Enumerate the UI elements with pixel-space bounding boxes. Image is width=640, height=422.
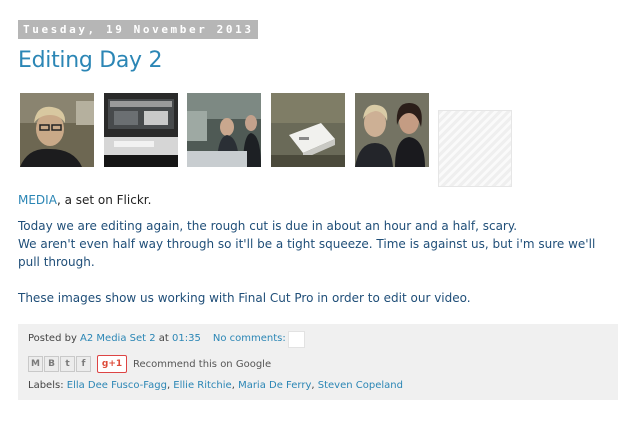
blogger-icon[interactable]: B (44, 356, 59, 372)
label-link[interactable]: Ellie Ritchie (173, 380, 231, 391)
label-link[interactable]: Steven Copeland (318, 380, 403, 391)
body-line-2: We aren't even half way through so it'll… (18, 237, 596, 269)
label-link[interactable]: Ella Dee Fusco-Fagg (67, 380, 167, 391)
email-icon[interactable]: M (28, 356, 43, 372)
post-time-link[interactable]: 01:35 (172, 333, 201, 344)
posted-by-label: Posted by (28, 333, 81, 344)
flickr-thumbnail-2[interactable] (104, 93, 178, 167)
comments-link[interactable]: No comments: (213, 333, 286, 344)
gplus-button[interactable]: g+1 (97, 355, 127, 373)
flickr-thumbnail-4[interactable] (271, 93, 345, 167)
recommend-text: Recommend this on Google (133, 358, 272, 370)
flickr-thumbnail-placeholder (438, 110, 512, 187)
labels-prefix: Labels: (28, 380, 67, 391)
twitter-icon[interactable]: t (60, 356, 75, 372)
post-meta: Posted by A2 Media Set 2 at 01:35 No comm… (28, 333, 286, 344)
flickr-thumbnail-1[interactable] (20, 93, 94, 167)
comment-icon[interactable] (288, 331, 305, 348)
share-buttons: M B t f g+1 Recommend this on Google (28, 354, 271, 374)
flickr-caption-suffix: , a set on Flickr. (56, 193, 152, 207)
post-footer: Posted by A2 Media Set 2 at 01:35 No comm… (18, 324, 618, 400)
flickr-caption: MEDIA, a set on Flickr. (18, 193, 151, 207)
post-date-header: Tuesday, 19 November 2013 (18, 20, 258, 39)
flickr-set-link[interactable]: MEDIA (18, 193, 57, 207)
body-line-3: These images show us working with Final … (18, 291, 471, 305)
author-link[interactable]: A2 Media Set 2 (80, 333, 156, 344)
label-link[interactable]: Maria De Ferry (238, 380, 311, 391)
at-label: at (155, 333, 173, 344)
flickr-thumbnail-5[interactable] (355, 93, 429, 167)
post-labels: Labels: Ella Dee Fusco-Fagg, Ellie Ritch… (28, 380, 403, 391)
facebook-icon[interactable]: f (76, 356, 91, 372)
flickr-thumbnail-3[interactable] (187, 93, 261, 167)
post-body: Today we are editing again, the rough cu… (18, 217, 618, 307)
body-line-1: Today we are editing again, the rough cu… (18, 219, 518, 233)
post-title[interactable]: Editing Day 2 (18, 48, 162, 73)
